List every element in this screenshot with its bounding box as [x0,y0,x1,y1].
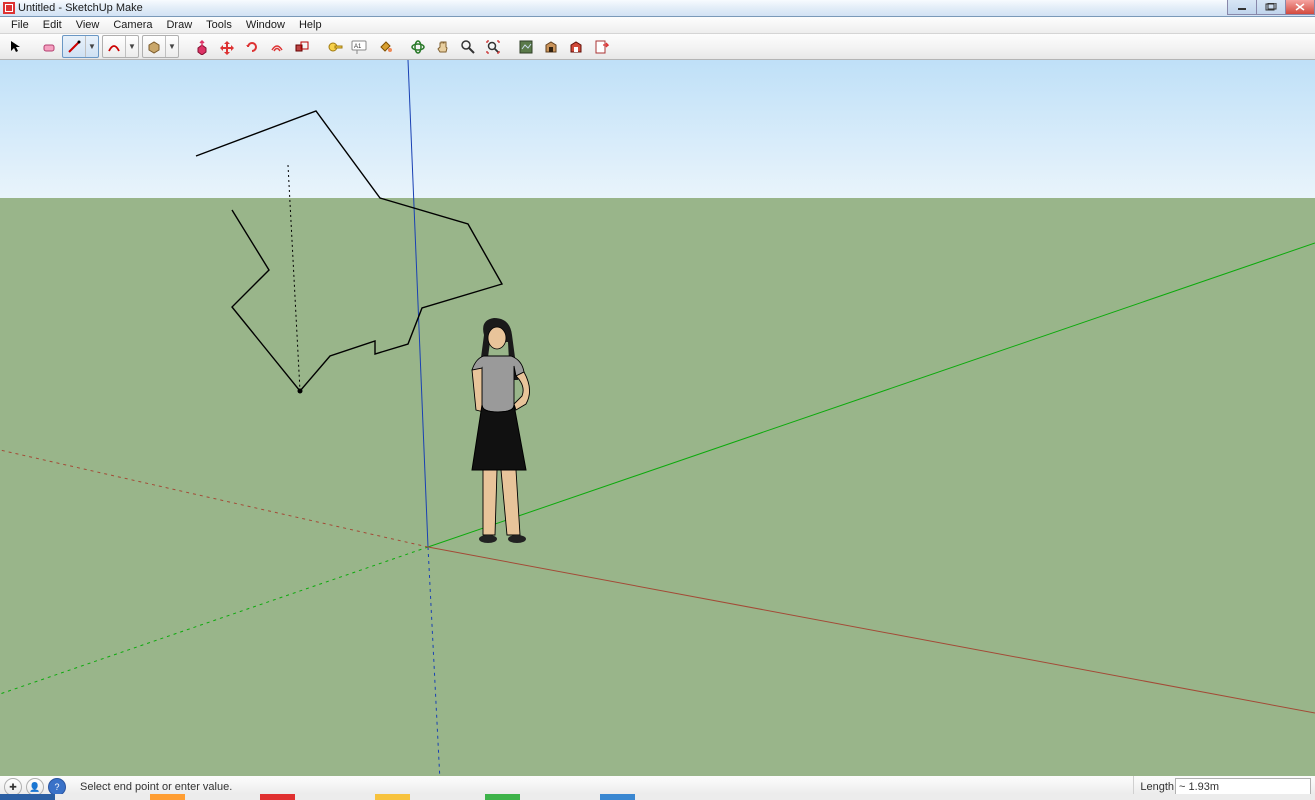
minimize-button[interactable] [1227,0,1257,15]
menu-draw[interactable]: Draw [159,18,199,32]
scale-tool-button[interactable] [290,35,314,59]
menu-bar: File Edit View Camera Draw Tools Window … [0,17,1315,34]
paint-bucket-button[interactable] [373,35,397,59]
menu-edit[interactable]: Edit [36,18,69,32]
shape-tool-split-button[interactable]: ▼ [142,35,179,58]
pan-button[interactable] [431,35,455,59]
menu-camera[interactable]: Camera [106,18,159,32]
chevron-down-icon[interactable]: ▼ [85,36,98,57]
add-location-button[interactable] [514,35,538,59]
chevron-down-icon[interactable]: ▼ [165,36,178,57]
move-tool-button[interactable] [215,35,239,59]
os-taskbar-strip [0,794,1315,800]
menu-window[interactable]: Window [239,18,292,32]
zoom-extents-button[interactable] [481,35,505,59]
send-to-layout-button[interactable] [589,35,613,59]
menu-file[interactable]: File [4,18,36,32]
text-tool-button[interactable]: A1 [348,35,372,59]
pushpull-tool-button[interactable] [190,35,214,59]
zoom-button[interactable] [456,35,480,59]
chevron-down-icon[interactable]: ▼ [125,36,138,57]
offset-tool-button[interactable] [265,35,289,59]
close-button[interactable] [1286,0,1315,15]
select-tool-button[interactable] [4,35,28,59]
menu-view[interactable]: View [69,18,107,32]
rotate-tool-button[interactable] [240,35,264,59]
arc-tool-split-button[interactable]: ▼ [102,35,139,58]
drawing-viewport[interactable] [0,60,1315,776]
window-title: Untitled - SketchUp Make [18,2,143,14]
eraser-tool-button[interactable] [37,35,61,59]
window-controls [1227,0,1315,15]
title-bar: Untitled - SketchUp Make [0,0,1315,17]
svg-text:A1: A1 [354,44,362,50]
menu-help[interactable]: Help [292,18,329,32]
status-hint-text: Select end point or enter value. [80,781,232,793]
menu-tools[interactable]: Tools [199,18,239,32]
main-toolbar: ▼ ▼ ▼ A1 [0,34,1315,60]
maximize-button[interactable] [1257,0,1286,15]
warehouse-3d-button[interactable] [539,35,563,59]
line-tool-split-button[interactable]: ▼ [62,35,99,58]
extension-warehouse-button[interactable] [564,35,588,59]
tape-measure-button[interactable] [323,35,347,59]
app-icon [3,2,15,14]
orbit-button[interactable] [406,35,430,59]
